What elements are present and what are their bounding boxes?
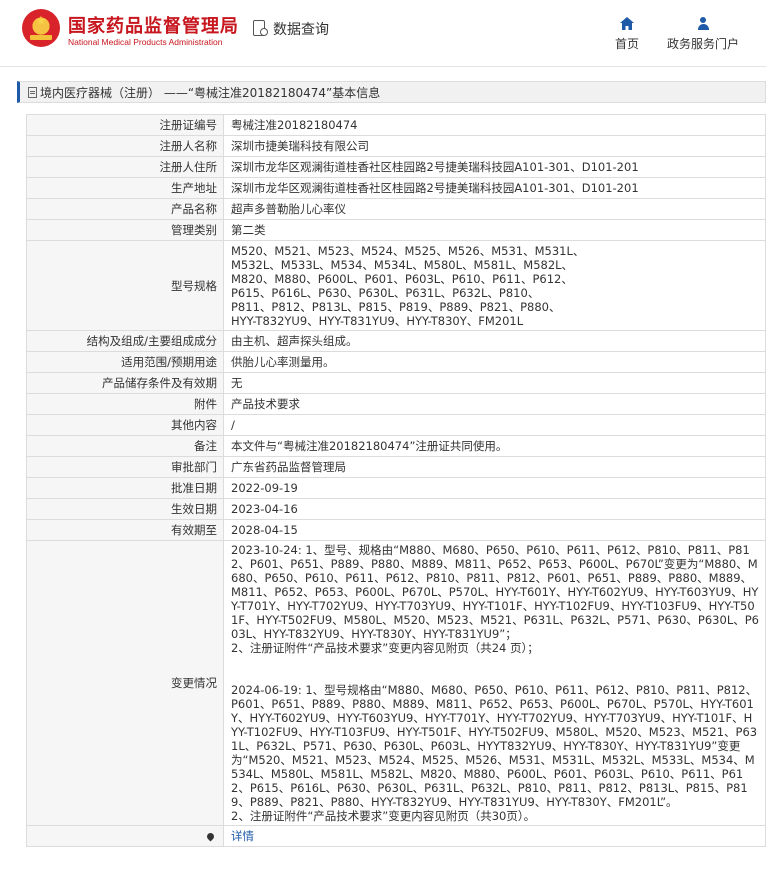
row-value: 超声多普勒胎儿心率仪 xyxy=(223,198,766,220)
table-row: 备注 本文件与“粤械注准20182180474”注册证共同使用。 xyxy=(26,435,766,457)
row-label: 批准日期 xyxy=(26,477,224,499)
row-label: 其他内容 xyxy=(26,414,224,436)
row-value: 2028-04-15 xyxy=(223,519,766,541)
table-row: 附件 产品技术要求 xyxy=(26,393,766,415)
row-value: 产品技术要求 xyxy=(223,393,766,415)
table-row: 适用范围/预期用途 供胎儿心率测量用。 xyxy=(26,351,766,373)
site-name-cn: 国家药品监督管理局 xyxy=(68,16,239,37)
change-history: 2023-10-24: 1、型号、规格由“M880、M680、P650、P610… xyxy=(223,540,766,826)
table-row: 注册证编号 粤械注准20182180474 xyxy=(26,114,766,136)
row-label: 产品名称 xyxy=(26,198,224,220)
row-label: 备注 xyxy=(26,435,224,457)
row-label: 生产地址 xyxy=(26,177,224,199)
detail-link[interactable]: 详情 xyxy=(231,829,254,843)
row-label: 注册证编号 xyxy=(26,114,224,136)
row-label: 变更情况 xyxy=(26,540,224,826)
document-search-icon xyxy=(252,19,270,39)
detail-label-cell xyxy=(26,825,224,847)
pin-icon xyxy=(205,831,216,842)
row-label: 生效日期 xyxy=(26,498,224,520)
detail-link-cell: 详情 xyxy=(223,825,766,847)
row-label: 审批部门 xyxy=(26,456,224,478)
row-label: 附件 xyxy=(26,393,224,415)
row-label: 产品储存条件及有效期 xyxy=(26,372,224,394)
row-label: 注册人名称 xyxy=(26,135,224,157)
table-row: 详情 xyxy=(26,825,766,847)
table-row: 产品储存条件及有效期 无 xyxy=(26,372,766,394)
row-value: 深圳市龙华区观澜街道桂香社区桂园路2号捷美瑞科技园A101-301、D101-2… xyxy=(223,156,766,178)
row-label: 管理类别 xyxy=(26,219,224,241)
row-value: 本文件与“粤械注准20182180474”注册证共同使用。 xyxy=(223,435,766,457)
nav-gov-portal[interactable]: 政务服务门户 xyxy=(667,14,739,52)
table-row: 生产地址 深圳市龙华区观澜街道桂香社区桂园路2号捷美瑞科技园A101-301、D… xyxy=(26,177,766,199)
row-value: 粤械注准20182180474 xyxy=(223,114,766,136)
home-icon xyxy=(620,14,634,30)
data-query-label: 数据查询 xyxy=(273,22,329,38)
table-row: 产品名称 超声多普勒胎儿心率仪 xyxy=(26,198,766,220)
row-value: M520、M521、M523、M524、M525、M526、M531、M531L… xyxy=(223,240,766,331)
site-header: ★ 国家药品监督管理局 National Medical Products Ad… xyxy=(0,0,766,67)
row-label: 注册人住所 xyxy=(26,156,224,178)
table-row: 变更情况 2023-10-24: 1、型号、规格由“M880、M680、P650… xyxy=(26,540,766,826)
row-value: 第二类 xyxy=(223,219,766,241)
table-row: 审批部门 广东省药品监督管理局 xyxy=(26,456,766,478)
registration-info-table: 注册证编号 粤械注准20182180474 注册人名称 深圳市捷美瑞科技有限公司… xyxy=(26,114,766,847)
data-query-link[interactable]: 数据查询 xyxy=(252,19,329,39)
row-label: 型号规格 xyxy=(26,240,224,331)
row-value: 深圳市龙华区观澜街道桂香社区桂园路2号捷美瑞科技园A101-301、D101-2… xyxy=(223,177,766,199)
nav-gov-portal-label: 政务服务门户 xyxy=(667,37,740,51)
national-emblem-logo: ★ xyxy=(22,9,60,47)
user-icon xyxy=(697,14,709,30)
table-row: 其他内容 / xyxy=(26,414,766,436)
record-title-bar: 境内医疗器械（注册） ——“粤械注准20182180474”基本信息 xyxy=(17,81,766,103)
table-row: 生效日期 2023-04-16 xyxy=(26,498,766,520)
site-name-en: National Medical Products Administration xyxy=(68,37,223,47)
nav-home-label: 首页 xyxy=(615,37,640,51)
nav-home[interactable]: 首页 xyxy=(615,14,639,52)
row-value: 广东省药品监督管理局 xyxy=(223,456,766,478)
row-value: 供胎儿心率测量用。 xyxy=(223,351,766,373)
row-value: 无 xyxy=(223,372,766,394)
row-value: 深圳市捷美瑞科技有限公司 xyxy=(223,135,766,157)
row-value: 2023-04-16 xyxy=(223,498,766,520)
table-row: 型号规格 M520、M521、M523、M524、M525、M526、M531、… xyxy=(26,240,766,331)
table-row: 管理类别 第二类 xyxy=(26,219,766,241)
row-label: 有效期至 xyxy=(26,519,224,541)
table-row: 注册人名称 深圳市捷美瑞科技有限公司 xyxy=(26,135,766,157)
row-label: 结构及组成/主要组成成分 xyxy=(26,330,224,352)
row-label: 适用范围/预期用途 xyxy=(26,351,224,373)
row-value: 2022-09-19 xyxy=(223,477,766,499)
table-row: 注册人住所 深圳市龙华区观澜街道桂香社区桂园路2号捷美瑞科技园A101-301、… xyxy=(26,156,766,178)
row-value: 由主机、超声探头组成。 xyxy=(223,330,766,352)
record-title: 境内医疗器械（注册） ——“粤械注准20182180474”基本信息 xyxy=(40,85,381,100)
row-value: / xyxy=(223,414,766,436)
table-row: 有效期至 2028-04-15 xyxy=(26,519,766,541)
table-row: 批准日期 2022-09-19 xyxy=(26,477,766,499)
document-icon xyxy=(28,86,37,98)
table-row: 结构及组成/主要组成成分 由主机、超声探头组成。 xyxy=(26,330,766,352)
